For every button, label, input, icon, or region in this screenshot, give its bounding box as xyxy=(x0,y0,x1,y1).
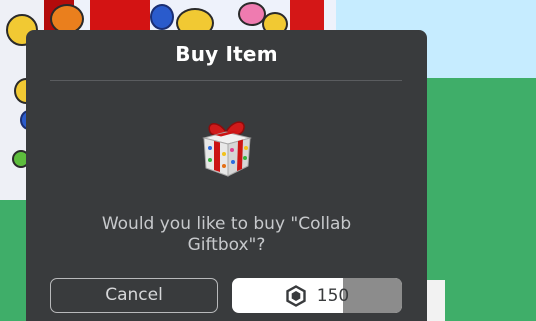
giftbox-ribbon xyxy=(90,0,150,32)
giftbox-pattern-shape xyxy=(150,4,174,30)
dialog-divider xyxy=(50,80,402,81)
robux-icon xyxy=(286,284,306,307)
item-thumbnail xyxy=(202,121,252,177)
buy-button[interactable]: 150 xyxy=(232,278,402,313)
purchase-prompt: Would you like to buy "Collab Giftbox"? xyxy=(101,214,352,255)
purchase-dialog: Buy Item Would you like to buy "Collab G… xyxy=(26,30,427,321)
price-label: 150 xyxy=(316,285,350,306)
cancel-button[interactable]: Cancel xyxy=(50,278,218,313)
game-viewport: Buy Item Would you like to buy "Collab G… xyxy=(0,0,536,321)
dialog-title: Buy Item xyxy=(175,42,278,66)
buy-button-content: 150 xyxy=(232,278,402,313)
